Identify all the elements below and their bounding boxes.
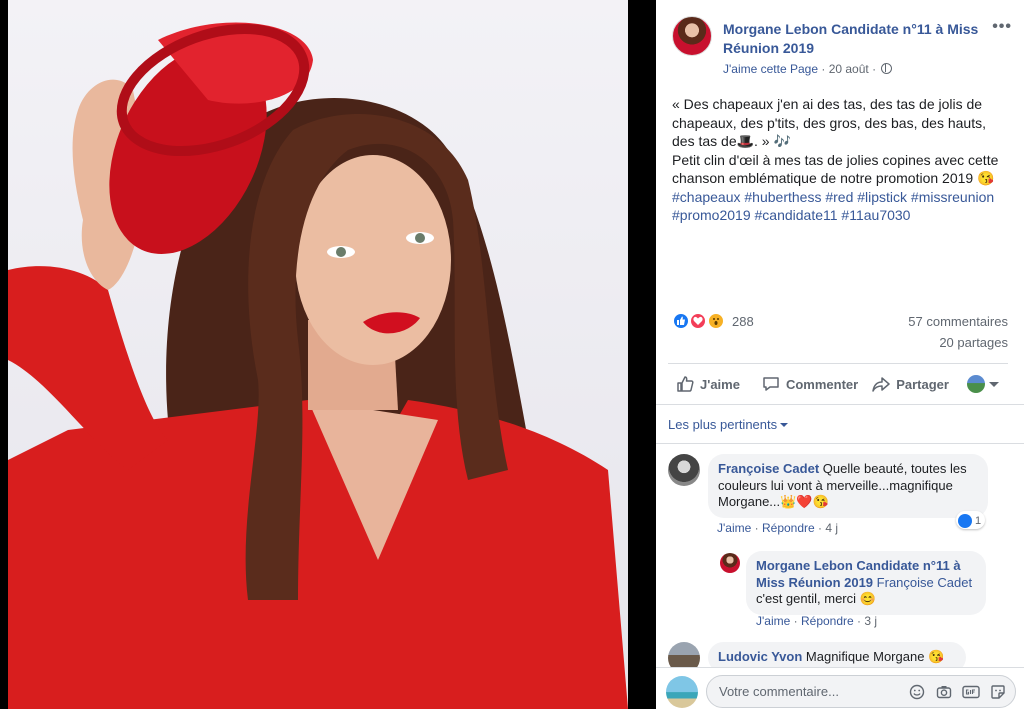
reply-reply-link[interactable]: Répondre (801, 614, 854, 628)
reply-actions: J'aime · Répondre · 3 j (756, 614, 878, 628)
current-user-avatar[interactable] (666, 676, 698, 708)
shares-count[interactable]: 20 partages (939, 335, 1008, 350)
photo-viewer (0, 0, 656, 709)
caret-down-icon (988, 381, 999, 387)
gif-icon[interactable] (962, 683, 980, 701)
reply-bubble: Morgane Lebon Candidate n°11 à Miss Réun… (746, 551, 986, 615)
page-avatar[interactable] (672, 16, 712, 56)
reply-mention[interactable]: Françoise Cadet (877, 575, 972, 590)
love-reaction-icon (689, 312, 708, 330)
composer-tools (908, 683, 1007, 701)
comment-bubble: Françoise Cadet Quelle beauté, toutes le… (708, 454, 988, 518)
comment-author[interactable]: Ludovic Yvon (718, 649, 802, 664)
emoji-icon[interactable] (908, 683, 926, 701)
reply-text: c'est gentil, merci 😊 (756, 591, 876, 606)
share-button[interactable]: Partager (872, 375, 949, 393)
share-button-label: Partager (896, 376, 949, 392)
comment-input-placeholder: Votre commentaire... (719, 684, 839, 699)
comment-icon (763, 377, 779, 391)
like-reaction-icon (958, 513, 972, 528)
reply-like-link[interactable]: J'aime (756, 614, 790, 628)
audience-selector[interactable] (966, 375, 999, 393)
more-options-icon[interactable]: ••• (992, 18, 1012, 36)
comment-author[interactable]: Françoise Cadet (718, 461, 819, 476)
sort-label: Les plus pertinents (668, 417, 778, 432)
post-date[interactable]: 20 août (829, 62, 869, 76)
comment-text: Magnifique Morgane 😘 (805, 649, 945, 664)
camera-icon[interactable] (935, 683, 953, 701)
commenter-avatar[interactable] (668, 454, 700, 486)
divider (656, 443, 1024, 444)
wow-reaction-icon (706, 312, 725, 330)
reaction-count[interactable]: 288 (732, 314, 754, 329)
comment-composer: Votre commentaire... (656, 667, 1024, 709)
comment-button-label: Commenter (785, 376, 859, 392)
like-page-link[interactable]: J'aime cette Page (723, 62, 818, 76)
post-actions: J'aime Commenter Partager (668, 365, 1008, 403)
like-button-label: J'aime (700, 376, 740, 392)
page-name-link[interactable]: Morgane Lebon Candidate n°11 à Miss Réun… (723, 20, 998, 58)
reactions-summary: 288 57 commentaires 20 partages (672, 308, 1008, 352)
comment-actions: J'aime · Répondre · 4 j (717, 521, 839, 535)
post-photo[interactable] (8, 0, 628, 709)
reaction-icons[interactable] (672, 312, 725, 332)
caret-down-icon (780, 423, 789, 427)
comment-button[interactable]: Commenter (762, 375, 858, 393)
share-icon (872, 377, 890, 392)
post-hashtags[interactable]: #chapeaux #huberthess #red #lipstick #mi… (672, 188, 1012, 225)
divider (668, 363, 1008, 364)
thumbs-up-icon (677, 376, 694, 392)
like-button[interactable]: J'aime (676, 375, 740, 393)
post-text-line: Petit clin d'œil à mes tas de jolies cop… (672, 151, 999, 187)
comments-section: Les plus pertinents Françoise Cadet Quel… (656, 405, 1024, 709)
post-sidebar: Morgane Lebon Candidate n°11 à Miss Réun… (656, 0, 1024, 709)
reply-avatar[interactable] (720, 553, 740, 573)
globe-icon (881, 63, 893, 74)
post-header: Morgane Lebon Candidate n°11 à Miss Réun… (672, 16, 1012, 80)
comment-reply-link[interactable]: Répondre (762, 521, 815, 535)
meta-separator: · (821, 62, 829, 76)
post-text-line: « Des chapeaux j'en ai des tas, des tas … (672, 96, 986, 149)
comment-input[interactable]: Votre commentaire... (706, 675, 1016, 708)
comments-count[interactable]: 57 commentaires (908, 314, 1008, 329)
comment-reaction-count: 1 (975, 514, 982, 527)
photo-illustration (8, 22, 628, 709)
like-reaction-icon (672, 312, 690, 330)
comment-like-link[interactable]: J'aime (717, 521, 751, 535)
audience-avatar-icon (966, 375, 985, 393)
meta-separator: · (872, 62, 880, 76)
comment-reactions[interactable]: 1 (956, 511, 986, 529)
post-text: « Des chapeaux j'en ai des tas, des tas … (672, 95, 1012, 225)
reply-time[interactable]: 3 j (864, 614, 877, 628)
sticker-icon[interactable] (989, 683, 1007, 701)
comment-time[interactable]: 4 j (825, 521, 838, 535)
post-meta: J'aime cette Page · 20 août · (723, 62, 893, 76)
comment-sort-dropdown[interactable]: Les plus pertinents (668, 417, 789, 432)
